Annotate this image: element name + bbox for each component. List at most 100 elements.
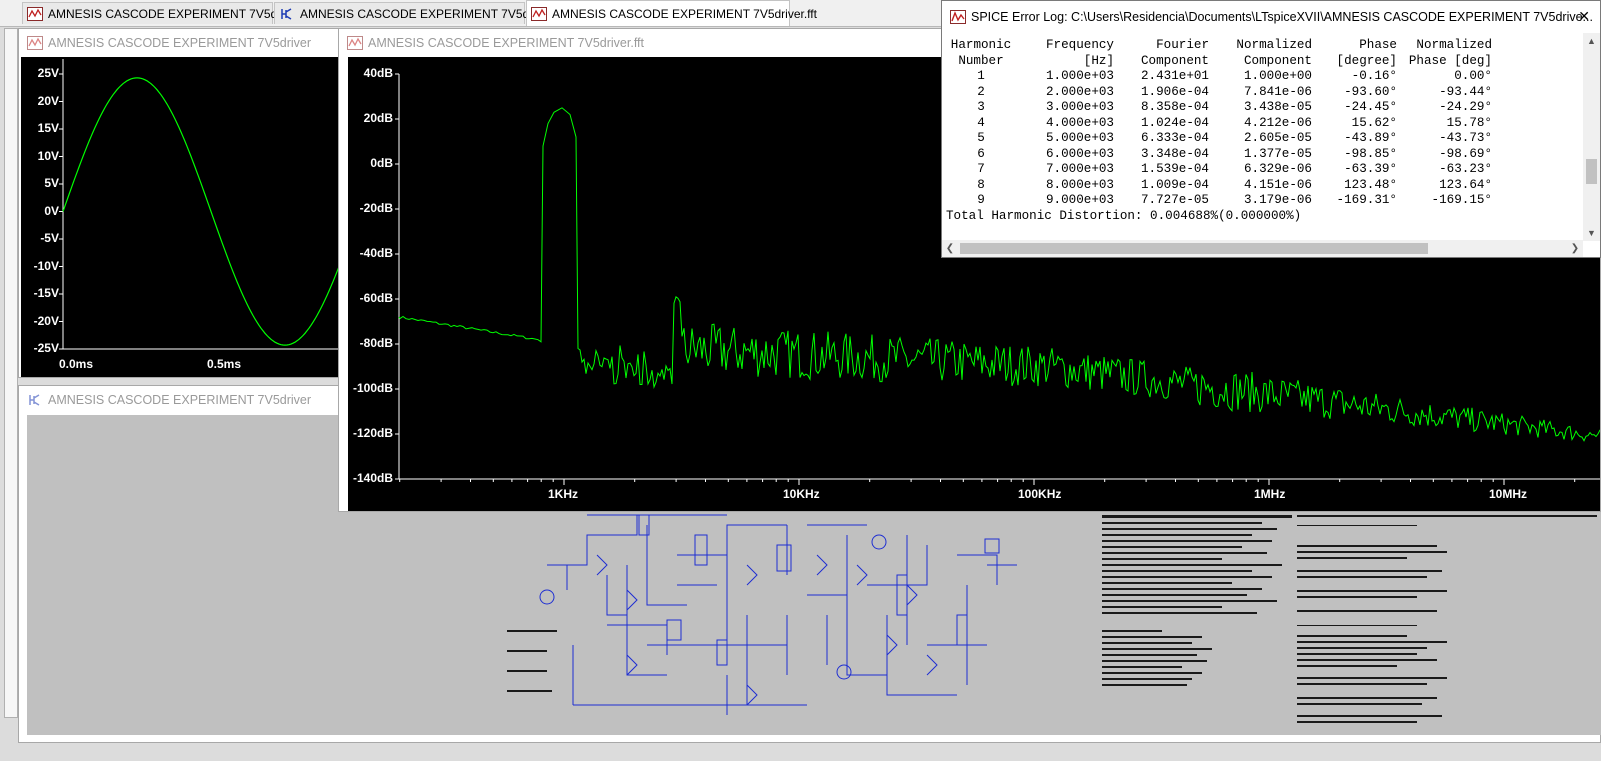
scroll-right-icon[interactable]: ❯ bbox=[1567, 240, 1583, 257]
voltage-trace bbox=[62, 77, 357, 346]
scroll-up-icon[interactable]: ▲ bbox=[1583, 33, 1600, 49]
table-cell: 8 bbox=[977, 177, 985, 192]
table-cell: 6.329e-06 bbox=[1243, 162, 1312, 176]
table-cell: -169.15° bbox=[1431, 193, 1492, 207]
table-cell: 123.48° bbox=[1344, 177, 1397, 192]
vertical-scrollbar[interactable]: ▲ ▼ bbox=[1583, 33, 1600, 241]
table-cell: 4.000e+03 bbox=[1045, 115, 1114, 130]
table-cell: -93.44° bbox=[1439, 84, 1492, 99]
window-title: AMNESIS CASCODE EXPERIMENT 7V5driver bbox=[48, 36, 312, 50]
close-icon[interactable]: ✕ bbox=[1578, 8, 1590, 25]
waveform-svg bbox=[59, 59, 357, 350]
table-header-row: Number [Hz] Component Component [degree] Phas… bbox=[958, 53, 1492, 68]
window-titlebar[interactable]: AMNESIS CASCODE EXPERIMENT 7V5driver bbox=[19, 29, 357, 57]
table-cell: 6.000e+03 bbox=[1045, 146, 1114, 161]
thd-line: Total Harmonic Distortion: 0.004688%(0.0… bbox=[946, 208, 1302, 223]
waveform-icon bbox=[27, 36, 43, 50]
table-cell: 8.358e-04 bbox=[1140, 100, 1209, 114]
fourier-table: Harmonic Frequency Fourier Normalized Phase N… bbox=[946, 38, 1542, 224]
waveform-window[interactable]: AMNESIS CASCODE EXPERIMENT 7V5driver 25V… bbox=[18, 28, 358, 378]
table-cell: 1.009e-04 bbox=[1140, 177, 1209, 192]
window-title: AMNESIS CASCODE EXPERIMENT 7V5driver.fft bbox=[368, 36, 645, 50]
table-cell: 3.000e+03 bbox=[1045, 100, 1114, 114]
table-cell: 5.000e+03 bbox=[1045, 131, 1114, 145]
table-row: 4 4.000e+03 1.024e-04 4.212e-06 15.62° 15.78° bbox=[946, 116, 1542, 132]
table-cell: -63.39° bbox=[1344, 162, 1397, 176]
table-cell: -0.16° bbox=[1351, 69, 1397, 83]
table-cell: 1 bbox=[977, 69, 985, 83]
table-row: 3 3.000e+03 8.358e-04 3.438e-05 -24.45° -24.2… bbox=[946, 100, 1542, 116]
table-cell: 5 bbox=[977, 131, 985, 145]
table-cell: 1.377e-05 bbox=[1243, 146, 1312, 161]
table-cell: 7.727e-05 bbox=[1140, 193, 1209, 207]
table-cell: 6.333e-04 bbox=[1140, 131, 1209, 145]
table-cell: 1.000e+03 bbox=[1045, 69, 1114, 83]
table-row: 6 6.000e+03 3.348e-04 1.377e-05 -98.85° -98.6… bbox=[946, 147, 1542, 163]
table-cell: 1.539e-04 bbox=[1140, 162, 1209, 176]
table-cell: 2.000e+03 bbox=[1045, 84, 1114, 99]
table-row: 9 9.000e+03 7.727e-05 3.179e-06 -169.31° -169… bbox=[946, 193, 1542, 209]
scroll-left-icon[interactable]: ❮ bbox=[942, 240, 958, 257]
table-cell: -24.29° bbox=[1439, 100, 1492, 114]
table-cell: 4.151e-06 bbox=[1243, 177, 1312, 192]
tab-waveform[interactable]: AMNESIS CASCODE EXPERIMENT 7V5driver bbox=[22, 2, 301, 24]
spice-error-log-window[interactable]: SPICE Error Log: C:\Users\Residencia\Doc… bbox=[941, 0, 1601, 258]
table-row: 2 2.000e+03 1.906e-04 7.841e-06 -93.60° -93.4… bbox=[946, 85, 1542, 101]
error-log-titlebar[interactable]: SPICE Error Log: C:\Users\Residencia\Doc… bbox=[942, 1, 1600, 33]
table-cell: 9 bbox=[977, 193, 985, 207]
table-cell: 3.348e-04 bbox=[1140, 146, 1209, 161]
table-cell: 3.179e-06 bbox=[1243, 193, 1312, 207]
table-cell: 0.00° bbox=[1454, 69, 1492, 83]
table-row: 5 5.000e+03 6.333e-04 2.605e-05 -43.89° -43.7… bbox=[946, 131, 1542, 147]
table-header-row: Harmonic Frequency Fourier Normalized Phase N… bbox=[950, 38, 1492, 52]
scrollbar-thumb[interactable] bbox=[960, 243, 1428, 254]
table-cell: 1.024e-04 bbox=[1140, 115, 1209, 130]
waveform-icon bbox=[347, 36, 363, 50]
error-log-title: SPICE Error Log: C:\Users\Residencia\Doc… bbox=[971, 10, 1593, 24]
schematic-icon bbox=[281, 7, 292, 20]
waveform-plot-area[interactable]: 25V 20V 15V 10V 5V 0V -5V -10V -15V -20V -25V 0.0m… bbox=[21, 57, 357, 377]
table-cell: 123.64° bbox=[1439, 177, 1492, 192]
table-cell: 15.78° bbox=[1446, 115, 1492, 130]
ltspice-icon bbox=[950, 10, 966, 24]
tab-label: AMNESIS CASCODE EXPERIMENT 7V5driver bbox=[300, 6, 553, 21]
table-cell: 6 bbox=[977, 146, 985, 161]
tab-schematic[interactable]: AMNESIS CASCODE EXPERIMENT 7V5driver bbox=[274, 2, 553, 24]
table-cell: 3 bbox=[977, 100, 985, 114]
tab-fft[interactable]: AMNESIS CASCODE EXPERIMENT 7V5driver.fft bbox=[526, 0, 817, 26]
table-cell: 2 bbox=[977, 84, 985, 99]
table-cell: 3.438e-05 bbox=[1243, 100, 1312, 114]
tab-label: AMNESIS CASCODE EXPERIMENT 7V5driver.fft bbox=[552, 6, 817, 21]
table-row: 8 8.000e+03 1.009e-04 4.151e-06 123.48° 123.6… bbox=[946, 178, 1542, 194]
schematic-icon bbox=[29, 394, 40, 406]
table-cell: 15.62° bbox=[1351, 115, 1397, 130]
table-cell: 2.431e+01 bbox=[1140, 69, 1209, 83]
table-cell: -63.23° bbox=[1439, 162, 1492, 176]
table-cell: 8.000e+03 bbox=[1045, 177, 1114, 192]
table-cell: 4 bbox=[977, 115, 985, 130]
table-cell: -93.60° bbox=[1344, 84, 1397, 99]
scrollbar-thumb[interactable] bbox=[1586, 159, 1597, 184]
table-cell: 7.841e-06 bbox=[1243, 84, 1312, 99]
table-cell: -98.69° bbox=[1439, 146, 1492, 161]
window-title: AMNESIS CASCODE EXPERIMENT 7V5driver bbox=[48, 393, 312, 407]
table-cell: 7.000e+03 bbox=[1045, 162, 1114, 176]
table-cell: -24.45° bbox=[1344, 100, 1397, 114]
scroll-down-icon[interactable]: ▼ bbox=[1583, 225, 1600, 241]
table-cell: -98.85° bbox=[1344, 146, 1397, 161]
table-cell: 2.605e-05 bbox=[1243, 131, 1312, 145]
table-cell: -43.73° bbox=[1439, 131, 1492, 145]
table-row: 1 1.000e+03 2.431e+01 1.000e+00 -0.16° 0.00° bbox=[946, 69, 1542, 85]
table-cell: -169.31° bbox=[1336, 193, 1397, 207]
waveform-icon bbox=[531, 6, 547, 21]
table-cell: 7 bbox=[977, 162, 985, 176]
background-window-edge bbox=[4, 28, 18, 718]
table-cell: -43.89° bbox=[1344, 131, 1397, 145]
waveform-icon bbox=[27, 6, 43, 21]
table-row: 7 7.000e+03 1.539e-04 6.329e-06 -63.39° -63.2… bbox=[946, 162, 1542, 178]
table-cell: 1.906e-04 bbox=[1140, 84, 1209, 99]
table-cell: 9.000e+03 bbox=[1045, 193, 1114, 207]
horizontal-scrollbar[interactable]: ❮ ❯ bbox=[942, 240, 1583, 257]
table-cell: 1.000e+00 bbox=[1243, 69, 1312, 83]
tab-label: AMNESIS CASCODE EXPERIMENT 7V5driver bbox=[48, 6, 301, 21]
